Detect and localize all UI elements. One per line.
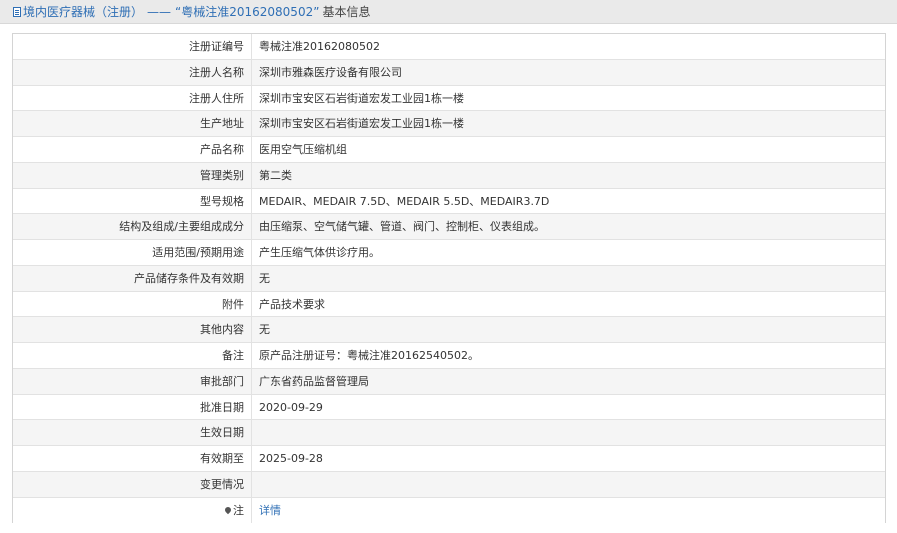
row-approval-date: 批准日期 2020-09-29 [13, 394, 885, 421]
detail-table: 注册证编号 粤械注准20162080502 注册人名称 深圳市雅森医疗设备有限公… [12, 33, 886, 524]
row-management-category: 管理类别 第二类 [13, 162, 885, 189]
field-label-note: 注 [13, 497, 252, 524]
field-value [252, 472, 885, 497]
field-value: 医用空气压缩机组 [259, 143, 347, 156]
field-value: 深圳市雅森医疗设备有限公司 [259, 65, 402, 79]
field-label: 注册人住所 [13, 85, 252, 111]
field-label: 管理类别 [13, 162, 252, 188]
row-registrant-name: 注册人名称 深圳市雅森医疗设备有限公司 [13, 59, 885, 86]
page-header: 境内医疗器械（注册） —— “粤械注准20162080502” 基本信息 [0, 0, 897, 24]
field-label: 批准日期 [13, 394, 252, 420]
field-value: 深圳市宝安区石岩街道宏发工业园1栋一楼 [259, 91, 464, 105]
field-label: 结构及组成/主要组成成分 [13, 214, 252, 239]
field-label: 有效期至 [13, 446, 252, 471]
row-registration-number: 注册证编号 粤械注准20162080502 [13, 34, 885, 60]
field-value: 无 [259, 271, 270, 285]
field-value: MEDAIR、MEDAIR 7.5D、MEDAIR 5.5D、MEDAIR3.7… [259, 194, 550, 208]
record-title-suffix: 基本信息 [322, 5, 371, 19]
field-value: 广东省药品监督管理局 [259, 374, 369, 388]
field-value: 粤械注准20162080502 [259, 40, 380, 53]
field-value: 原产品注册证号：粤械注准20162540502。 [259, 349, 479, 362]
row-effective-date: 生效日期 [13, 420, 885, 446]
field-label: 生产地址 [13, 111, 252, 136]
field-label: 备注 [13, 343, 252, 368]
row-other-content: 其他内容 无 [13, 317, 885, 343]
field-label: 审批部门 [13, 368, 252, 394]
details-link[interactable]: 详情 [259, 504, 281, 517]
row-remarks: 备注 原产品注册证号：粤械注准20162540502。 [13, 343, 885, 369]
field-value: 2025-09-28 [259, 452, 323, 465]
field-value: 无 [259, 323, 270, 337]
field-label: 生效日期 [13, 420, 252, 445]
field-label: 注册人名称 [13, 59, 252, 85]
breadcrumb-category-link[interactable]: 境内医疗器械（注册） [23, 3, 143, 20]
field-value: 产生压缩气体供诊疗用。 [259, 246, 380, 259]
pin-icon [223, 505, 233, 514]
row-storage-validity: 产品储存条件及有效期 无 [13, 265, 885, 292]
row-approval-department: 审批部门 广东省药品监督管理局 [13, 368, 885, 395]
row-change-history: 变更情况 [13, 471, 885, 498]
field-label: 型号规格 [13, 188, 252, 214]
row-intended-use: 适用范围/预期用途 产生压缩气体供诊疗用。 [13, 240, 885, 266]
field-label: 变更情况 [13, 471, 252, 497]
record-title: “粤械注准20162080502” [175, 5, 320, 19]
field-value: 由压缩泵、空气储气罐、管道、阀门、控制柜、仪表组成。 [259, 220, 545, 234]
field-value [252, 420, 885, 445]
row-structure-composition: 结构及组成/主要组成成分 由压缩泵、空气储气罐、管道、阀门、控制柜、仪表组成。 [13, 214, 885, 240]
field-value: 第二类 [259, 168, 292, 182]
row-note: 注 详情 [13, 497, 885, 524]
row-model-spec: 型号规格 MEDAIR、MEDAIR 7.5D、MEDAIR 5.5D、MEDA… [13, 188, 885, 215]
field-value: 2020-09-29 [259, 400, 323, 414]
breadcrumb-separator: —— [147, 4, 172, 19]
row-product-name: 产品名称 医用空气压缩机组 [13, 137, 885, 163]
row-expiry-date: 有效期至 2025-09-28 [13, 446, 885, 472]
field-label: 产品储存条件及有效期 [13, 265, 252, 291]
field-label: 附件 [13, 291, 252, 317]
field-label: 适用范围/预期用途 [13, 240, 252, 265]
row-production-address: 生产地址 深圳市宝安区石岩街道宏发工业园1栋一楼 [13, 111, 885, 137]
note-label: 注 [233, 503, 244, 517]
field-label: 注册证编号 [13, 34, 252, 59]
field-value: 深圳市宝安区石岩街道宏发工业园1栋一楼 [259, 117, 464, 131]
field-label: 产品名称 [13, 137, 252, 162]
row-attachment: 附件 产品技术要求 [13, 291, 885, 318]
field-value: 产品技术要求 [259, 297, 325, 311]
field-value: 详情 [252, 498, 885, 524]
row-registrant-address: 注册人住所 深圳市宝安区石岩街道宏发工业园1栋一楼 [13, 85, 885, 112]
document-icon [13, 6, 21, 17]
field-label: 其他内容 [13, 317, 252, 342]
